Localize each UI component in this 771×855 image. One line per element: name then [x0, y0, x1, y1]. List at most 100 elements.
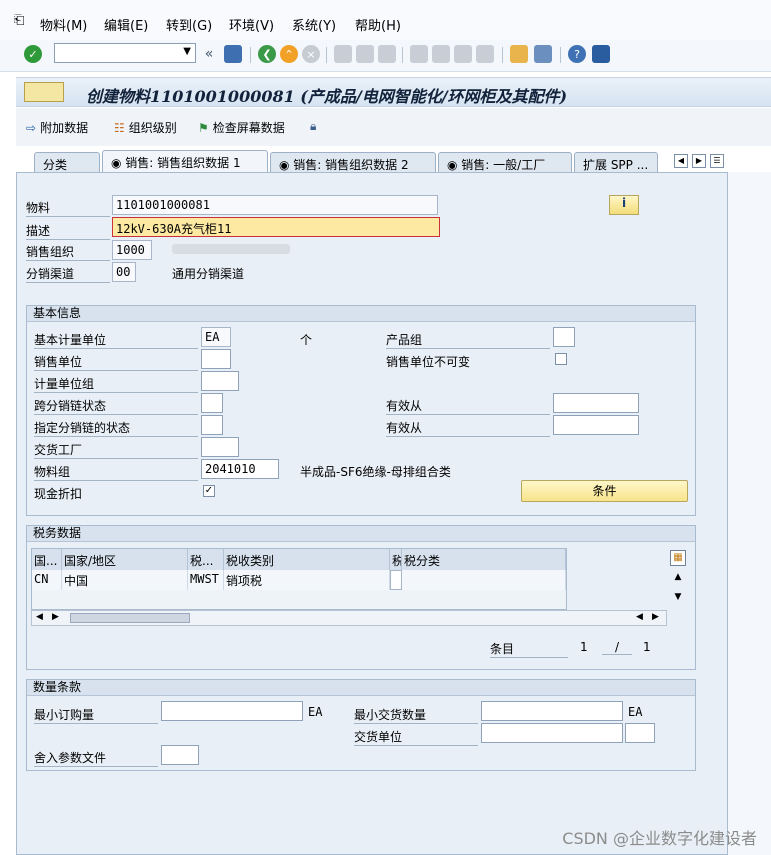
check-screen-data-button[interactable]: ⚑ 检查屏幕数据: [198, 119, 285, 136]
delivery-plant-field[interactable]: [201, 437, 239, 457]
conditions-button[interactable]: 条件: [521, 480, 688, 502]
next-page-icon[interactable]: [454, 45, 472, 63]
delivery-plant-label: 交货工厂: [34, 441, 198, 459]
menu-window-icon[interactable]: ⎗: [14, 13, 24, 28]
menu-material[interactable]: 物料(M): [40, 15, 87, 34]
session-menu-icon[interactable]: [24, 82, 64, 102]
menu-system[interactable]: 系统(Y): [292, 15, 336, 34]
tab-extended-spp[interactable]: 扩展 SPP ...: [574, 152, 658, 172]
sales-unit-label: 销售单位: [34, 353, 198, 371]
table-row[interactable]: [32, 590, 566, 609]
table-row[interactable]: CN 中国 MWST 销项税: [32, 570, 566, 590]
application-toolbar: ⇨ 附加数据 ☷ 组织级别 ⚑ 检查屏幕数据 🔒︎: [16, 108, 771, 146]
arrow-right-icon: ⇨: [26, 120, 37, 135]
min-delivery-field[interactable]: [481, 701, 623, 721]
base-uom-field[interactable]: EA: [201, 327, 231, 347]
org-levels-button[interactable]: ☷ 组织级别: [114, 119, 177, 136]
lock-icon[interactable]: 🔒︎: [310, 119, 316, 134]
save-icon[interactable]: [224, 45, 242, 63]
double-left-icon[interactable]: «: [200, 45, 218, 63]
column-header[interactable]: 税: [390, 549, 402, 570]
column-header[interactable]: 税分类: [402, 549, 566, 570]
delivery-unit-uom-field[interactable]: [625, 723, 655, 743]
menu-edit[interactable]: 编辑(E): [104, 15, 148, 34]
product-group-field[interactable]: [553, 327, 575, 347]
tab-list-icon[interactable]: ☰: [710, 154, 724, 168]
rounding-profile-field[interactable]: [161, 745, 199, 765]
dist-channel-field[interactable]: 00: [112, 262, 136, 282]
sales-unit-field[interactable]: [201, 349, 231, 369]
material-label: 物料: [26, 199, 110, 217]
menu-environment[interactable]: 环境(V): [229, 15, 274, 34]
dist-channel-label: 分销渠道: [26, 265, 110, 283]
cancel-icon[interactable]: ×: [302, 45, 320, 63]
entry-current: 1: [580, 640, 588, 654]
find-next-icon[interactable]: [378, 45, 396, 63]
table-cell: [402, 570, 566, 590]
help-icon[interactable]: ?: [568, 45, 586, 63]
column-header[interactable]: 国...: [32, 549, 62, 570]
scroll-left-icon[interactable]: ◀: [36, 612, 43, 622]
dchain-status-field[interactable]: [201, 415, 223, 435]
chevron-down-icon[interactable]: ▼: [183, 46, 191, 57]
scroll-right-icon[interactable]: ▶: [52, 612, 59, 622]
menu-help[interactable]: 帮助(H): [355, 15, 401, 34]
command-field[interactable]: ▼: [54, 43, 196, 63]
additional-data-button[interactable]: ⇨ 附加数据: [26, 119, 88, 136]
scroll-down-icon[interactable]: ▼: [670, 592, 686, 606]
valid-from-field-2[interactable]: [553, 415, 639, 435]
min-order-label: 最小订购量: [34, 706, 158, 724]
tab-sales-org-1[interactable]: ◉ 销售: 销售组织数据 1: [102, 150, 268, 172]
cash-discount-checkbox[interactable]: ✓: [203, 485, 215, 497]
table-settings-icon[interactable]: ▦: [670, 550, 686, 566]
page-title: 创建物料1101001000081 (产成品/电网智能化/环网柜及其配件): [86, 87, 568, 106]
find-icon[interactable]: [356, 45, 374, 63]
new-session-icon[interactable]: [510, 45, 528, 63]
customize-layout-icon[interactable]: [592, 45, 610, 63]
column-header[interactable]: 税...: [188, 549, 224, 570]
sales-org-field[interactable]: 1000: [112, 240, 152, 260]
material-field[interactable]: 1101001000081: [112, 195, 438, 215]
sales-org-label: 销售组织: [26, 243, 110, 261]
scroll-up-icon[interactable]: ▲: [670, 572, 686, 586]
menu-goto[interactable]: 转到(G): [166, 15, 212, 34]
last-page-icon[interactable]: [476, 45, 494, 63]
base-uom-label: 基本计量单位: [34, 331, 198, 349]
tab-scroll-left-icon[interactable]: ◀: [674, 154, 688, 168]
table-cell: 销项税: [224, 570, 390, 590]
tab-classification[interactable]: 分类: [34, 152, 100, 172]
scrollbar-thumb[interactable]: [70, 613, 190, 623]
scroll-left-icon[interactable]: ◀: [636, 612, 643, 622]
info-icon[interactable]: i: [609, 195, 639, 215]
tab-scroll-right-icon[interactable]: ▶: [692, 154, 706, 168]
sales-unit-fixed-checkbox[interactable]: [555, 353, 567, 365]
column-header[interactable]: 税收类别: [224, 549, 390, 570]
horizontal-scrollbar[interactable]: ◀ ▶ ◀ ▶: [31, 610, 667, 626]
uom-group-field[interactable]: [201, 371, 239, 391]
material-group-field[interactable]: 2041010: [201, 459, 279, 479]
description-field[interactable]: 12kV-630A充气柜11: [112, 217, 440, 237]
min-order-field[interactable]: [161, 701, 303, 721]
column-header[interactable]: 国家/地区: [62, 549, 188, 570]
tab-sales-general-plant[interactable]: ◉ 销售: 一般/工厂: [438, 152, 572, 172]
xdist-status-field[interactable]: [201, 393, 223, 413]
shortcut-icon[interactable]: [534, 45, 552, 63]
valid-from-field-1[interactable]: [553, 393, 639, 413]
sales-unit-fixed-label: 销售单位不可变: [386, 355, 471, 369]
tab-sales-org-2[interactable]: ◉ 销售: 销售组织数据 2: [270, 152, 436, 172]
scroll-right-icon[interactable]: ▶: [652, 612, 659, 622]
exit-icon[interactable]: ⌃: [280, 45, 298, 63]
cash-discount-label: 现金折扣: [34, 487, 83, 501]
first-page-icon[interactable]: [410, 45, 428, 63]
delivery-unit-field[interactable]: [481, 723, 623, 743]
rounding-profile-label: 舍入参数文件: [34, 749, 158, 767]
table-cell-input[interactable]: [390, 570, 402, 590]
xdist-status-label: 跨分销链状态: [34, 397, 198, 415]
previous-page-icon[interactable]: [432, 45, 450, 63]
back-icon[interactable]: ❮: [258, 45, 276, 63]
description-label: 描述: [26, 222, 110, 240]
print-icon[interactable]: [334, 45, 352, 63]
enter-icon[interactable]: ✓: [24, 45, 42, 63]
uom-group-label: 计量单位组: [34, 375, 198, 393]
title-bar: 创建物料1101001000081 (产成品/电网智能化/环网柜及其配件): [16, 77, 771, 107]
